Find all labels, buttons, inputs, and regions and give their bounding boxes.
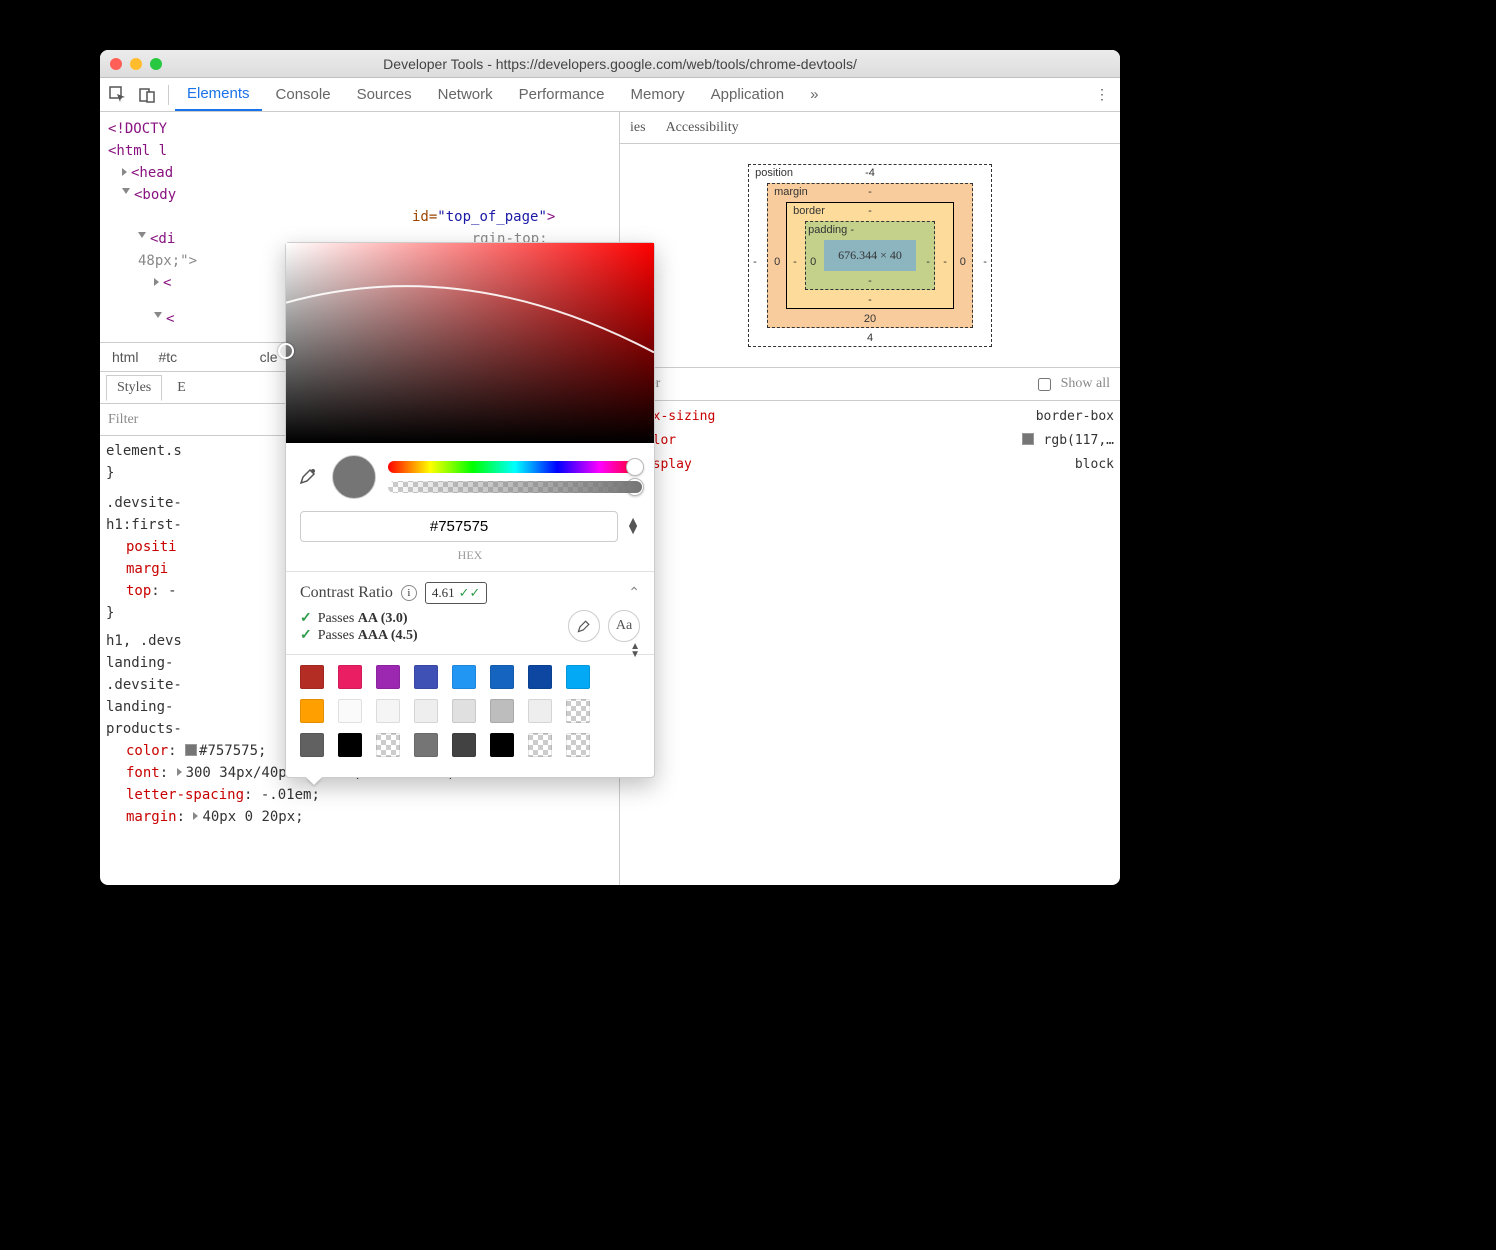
tab-console[interactable]: Console [264,79,343,110]
saturation-value-field[interactable] [286,243,654,443]
palette-swatch[interactable] [300,699,324,723]
inspect-icon[interactable] [104,81,132,109]
tabs-overflow-icon[interactable]: » [798,79,830,110]
kebab-menu-icon[interactable]: ⋮ [1088,81,1116,109]
palette-swatch[interactable] [338,733,362,757]
tab-application[interactable]: Application [699,79,796,110]
eyedropper-icon[interactable] [298,466,320,488]
right-subtabs: ies Accessibility [620,112,1120,144]
palette-swatch[interactable] [376,733,400,757]
subtab-e[interactable]: E [166,375,197,401]
palette-switch-icon[interactable]: ▲▼ [630,643,640,659]
palette-swatch[interactable] [452,665,476,689]
palette-swatch[interactable] [528,733,552,757]
format-toggle-icon[interactable]: ▲▼ [626,519,640,535]
computed-list[interactable]: box-sizingborder-boxcolor rgb(117,…displ… [620,401,1120,481]
palette-swatch[interactable] [566,665,590,689]
palette-swatch[interactable] [376,665,400,689]
palette-swatch[interactable] [414,699,438,723]
palette-swatch[interactable] [490,733,514,757]
palette-swatch[interactable] [490,665,514,689]
hue-slider[interactable] [388,461,642,473]
titlebar: Developer Tools - https://developers.goo… [100,50,1120,78]
palette-swatch[interactable] [300,733,324,757]
close-dot[interactable] [110,58,122,70]
tab-network[interactable]: Network [426,79,505,110]
alpha-slider[interactable] [388,481,642,493]
tab-sources[interactable]: Sources [345,79,424,110]
zoom-dot[interactable] [150,58,162,70]
computed-value: block [1075,453,1114,477]
collapse-contrast-icon[interactable]: ⌃ [628,585,640,602]
palette-section: ▲▼ [286,654,654,777]
palette-swatch[interactable] [566,733,590,757]
palette-swatch[interactable] [376,699,400,723]
hex-label: HEX [286,548,654,571]
main-toolbar: Elements Console Sources Network Perform… [100,78,1120,112]
palette-swatch[interactable] [338,699,362,723]
palette-swatch[interactable] [528,699,552,723]
box-model-content: 676.344 × 40 [824,240,916,271]
bg-eyedropper-icon[interactable] [568,610,600,642]
computed-filter-input[interactable]: Filter [630,376,1028,392]
computed-value: border-box [1036,405,1114,429]
computed-value: rgb(117,… [1022,429,1114,453]
palette-swatch[interactable] [528,665,552,689]
palette-swatch[interactable] [452,733,476,757]
tab-memory[interactable]: Memory [619,79,697,110]
palette-swatch[interactable] [414,733,438,757]
color-swatch[interactable] [185,744,197,756]
contrast-ratio-label: Contrast Ratio [300,584,393,602]
palette-swatch[interactable] [414,665,438,689]
minimize-dot[interactable] [130,58,142,70]
color-picker-popover: ▲▼ HEX Contrast Ratio i 4.61 ✓✓ ⌃ ✓Passe… [285,242,655,778]
subtab-ies[interactable]: ies [630,120,646,136]
crumb-html[interactable]: html [104,345,146,369]
palette-swatch[interactable] [566,699,590,723]
info-icon[interactable]: i [401,585,417,601]
tab-performance[interactable]: Performance [507,79,617,110]
device-toggle-icon[interactable] [134,81,162,109]
palette-swatch[interactable] [300,665,324,689]
crumb-tc[interactable]: #tc [150,345,185,369]
box-model[interactable]: position -4 4 - - margin - 20 0 0 border… [620,144,1120,367]
show-all-checkbox[interactable] [1038,378,1051,391]
contrast-ratio-value: 4.61 ✓✓ [425,582,488,604]
contrast-section: Contrast Ratio i 4.61 ✓✓ ⌃ ✓Passes AA (3… [286,571,654,654]
current-color-swatch [332,455,376,499]
palette-swatch[interactable] [490,699,514,723]
subtab-styles[interactable]: Styles [106,375,162,401]
palette-swatch[interactable] [338,665,362,689]
computed-filter-row: Filter Show all [620,367,1120,401]
text-sample-icon[interactable]: Aa [608,610,640,642]
color-cursor[interactable] [278,343,294,359]
show-all-label: Show all [1061,376,1110,392]
palette-swatch[interactable] [452,699,476,723]
tab-elements[interactable]: Elements [175,78,262,111]
filter-input[interactable]: Filter [108,412,206,428]
subtab-accessibility[interactable]: Accessibility [666,120,739,136]
hex-input[interactable] [300,511,618,542]
window-title: Developer Tools - https://developers.goo… [170,56,1110,72]
devtools-window: Developer Tools - https://developers.goo… [100,50,1120,885]
